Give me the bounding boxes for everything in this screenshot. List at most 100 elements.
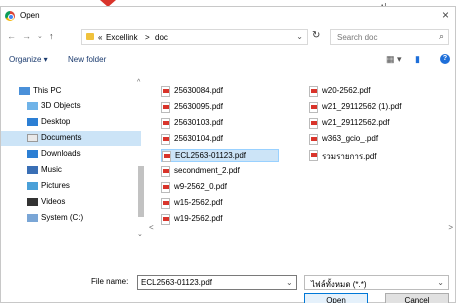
- sidebar-item-label: Documents: [41, 133, 82, 142]
- breadcrumb-doc[interactable]: doc: [155, 33, 168, 42]
- scroll-down-icon[interactable]: ⌄: [137, 230, 143, 238]
- pdf-file-icon: [309, 134, 318, 145]
- pdf-file-icon: [161, 166, 170, 177]
- address-box[interactable]: « Excellink > doc ⌄: [81, 29, 308, 45]
- file-list: 25630084.pdf 25630095.pdf 25630103.pdf 2…: [149, 79, 455, 225]
- pdf-file-icon: [161, 102, 170, 113]
- file-name: w21_29112562 (1).pdf: [322, 102, 402, 111]
- breadcrumb-excellink[interactable]: Excellink: [106, 33, 138, 42]
- file-name: w15-2562.pdf: [174, 198, 223, 207]
- sidebar-item-videos[interactable]: Videos: [1, 195, 141, 210]
- sidebar-item-desktop[interactable]: Desktop: [1, 115, 141, 130]
- breadcrumb-separator: >: [145, 33, 150, 42]
- pdf-file-icon: [309, 150, 318, 161]
- scroll-right-icon[interactable]: >: [448, 223, 453, 232]
- chevron-down-icon[interactable]: ⌄: [286, 278, 293, 287]
- list-item[interactable]: secondment_2.pdf: [161, 165, 276, 178]
- pdf-file-icon: [309, 118, 318, 129]
- file-name-input[interactable]: [137, 275, 297, 290]
- file-name: 25630103.pdf: [174, 118, 223, 127]
- address-bar-row: ← → ⌄ ↑ « Excellink > doc ⌄ ↻ Search doc…: [1, 26, 455, 48]
- file-name: w9-2562_0.pdf: [174, 182, 227, 191]
- scroll-thumb[interactable]: [138, 166, 144, 217]
- list-item[interactable]: 25630103.pdf: [161, 117, 276, 130]
- view-options-icon[interactable]: ▦ ▾: [386, 54, 402, 65]
- cube-icon: [27, 102, 38, 110]
- scroll-up-icon[interactable]: ^: [137, 79, 140, 86]
- sidebar-item-label: Pictures: [41, 181, 70, 190]
- sidebar-item-label: Music: [41, 165, 62, 174]
- list-item[interactable]: 25630084.pdf: [161, 85, 276, 98]
- list-item[interactable]: รวมรายการ.pdf: [309, 149, 449, 162]
- search-input[interactable]: Search doc ⌕: [330, 29, 449, 45]
- pdf-file-icon: [161, 182, 170, 193]
- sidebar-item-pictures[interactable]: Pictures: [1, 179, 141, 194]
- list-item[interactable]: 25630104.pdf: [161, 133, 276, 146]
- file-list-h-scrollbar[interactable]: < >: [149, 222, 455, 234]
- sidebar-item-this-pc[interactable]: This PC: [1, 84, 141, 99]
- list-item[interactable]: w21_29112562.pdf: [309, 117, 449, 130]
- recent-dropdown-icon[interactable]: ⌄: [37, 32, 43, 40]
- sidebar-item-music[interactable]: Music: [1, 163, 141, 178]
- scroll-left-icon[interactable]: <: [149, 223, 154, 232]
- sidebar-item-label: Downloads: [41, 149, 81, 158]
- list-item[interactable]: w20-2562.pdf: [309, 85, 449, 98]
- music-icon: [27, 166, 38, 174]
- help-icon[interactable]: ?: [440, 54, 450, 64]
- list-item[interactable]: w21_29112562 (1).pdf: [309, 101, 449, 114]
- list-item[interactable]: 25630095.pdf: [161, 101, 276, 114]
- close-icon[interactable]: ×: [442, 8, 449, 22]
- chrome-icon: [5, 11, 15, 21]
- title-bar: Open ×: [1, 7, 455, 25]
- up-arrow-icon[interactable]: ↑: [49, 31, 54, 41]
- back-arrow-icon[interactable]: ←: [7, 31, 16, 41]
- refresh-icon[interactable]: ↻: [312, 30, 320, 41]
- file-name: secondment_2.pdf: [174, 166, 240, 175]
- file-name-label: File name:: [91, 277, 129, 286]
- sidebar-item-system-c[interactable]: System (C:): [1, 211, 141, 226]
- organize-button[interactable]: Organize ▾: [9, 55, 48, 64]
- file-name: 25630084.pdf: [174, 86, 223, 95]
- chevron-down-icon[interactable]: ⌄: [296, 32, 303, 41]
- pdf-file-icon: [162, 151, 171, 162]
- new-folder-button[interactable]: New folder: [68, 55, 106, 64]
- cancel-button[interactable]: Cancel: [385, 293, 449, 303]
- forward-arrow-icon[interactable]: →: [22, 31, 31, 41]
- computer-icon: [19, 87, 30, 95]
- dialog-buttons: Open Cancel: [1, 293, 455, 303]
- desktop-icon: [27, 118, 38, 126]
- sidebar-item-label: System (C:): [41, 213, 84, 222]
- pdf-file-icon: [309, 102, 318, 113]
- open-button[interactable]: Open: [304, 293, 368, 303]
- breadcrumb-separator: «: [98, 33, 103, 42]
- preview-pane-icon[interactable]: ▮: [415, 54, 420, 65]
- pictures-icon: [27, 182, 38, 190]
- list-item[interactable]: w15-2562.pdf: [161, 197, 276, 210]
- open-dialog: Open × ← → ⌄ ↑ « Excellink > doc ⌄ ↻ Sea…: [0, 6, 456, 303]
- video-icon: [27, 198, 38, 206]
- folder-icon: [86, 33, 94, 40]
- sidebar-item-label: 3D Objects: [41, 101, 81, 110]
- list-item-selected[interactable]: ECL2563-01123.pdf: [161, 149, 279, 162]
- pdf-file-icon: [309, 86, 318, 97]
- drive-icon: [27, 214, 38, 222]
- file-name: w20-2562.pdf: [322, 86, 371, 95]
- file-name: w363_gcio_.pdf: [322, 134, 379, 143]
- sidebar-item-label: Videos: [41, 197, 66, 206]
- command-bar: Organize ▾ New folder ▦ ▾ ▮ ?: [1, 49, 455, 70]
- sidebar-item-documents[interactable]: Documents: [1, 131, 141, 146]
- pdf-file-icon: [161, 118, 170, 129]
- sidebar-item-3d-objects[interactable]: 3D Objects: [1, 99, 141, 114]
- dialog-title: Open: [20, 11, 40, 20]
- file-name-row: File name: ⌄ ไฟล์ทั้งหมด (*.*) ⌄: [1, 273, 455, 291]
- pdf-file-icon: [161, 134, 170, 145]
- sidebar-item-downloads[interactable]: Downloads: [1, 147, 141, 162]
- sidebar-scrollbar[interactable]: ^ ⌄: [135, 79, 148, 238]
- file-name: w21_29112562.pdf: [322, 118, 390, 127]
- list-item[interactable]: w363_gcio_.pdf: [309, 133, 449, 146]
- list-item[interactable]: w9-2562_0.pdf: [161, 181, 276, 194]
- file-type-select[interactable]: ไฟล์ทั้งหมด (*.*) ⌄: [304, 275, 449, 290]
- file-name: 25630104.pdf: [174, 134, 223, 143]
- sidebar-item-label: This PC: [33, 86, 62, 95]
- pdf-file-icon: [161, 198, 170, 209]
